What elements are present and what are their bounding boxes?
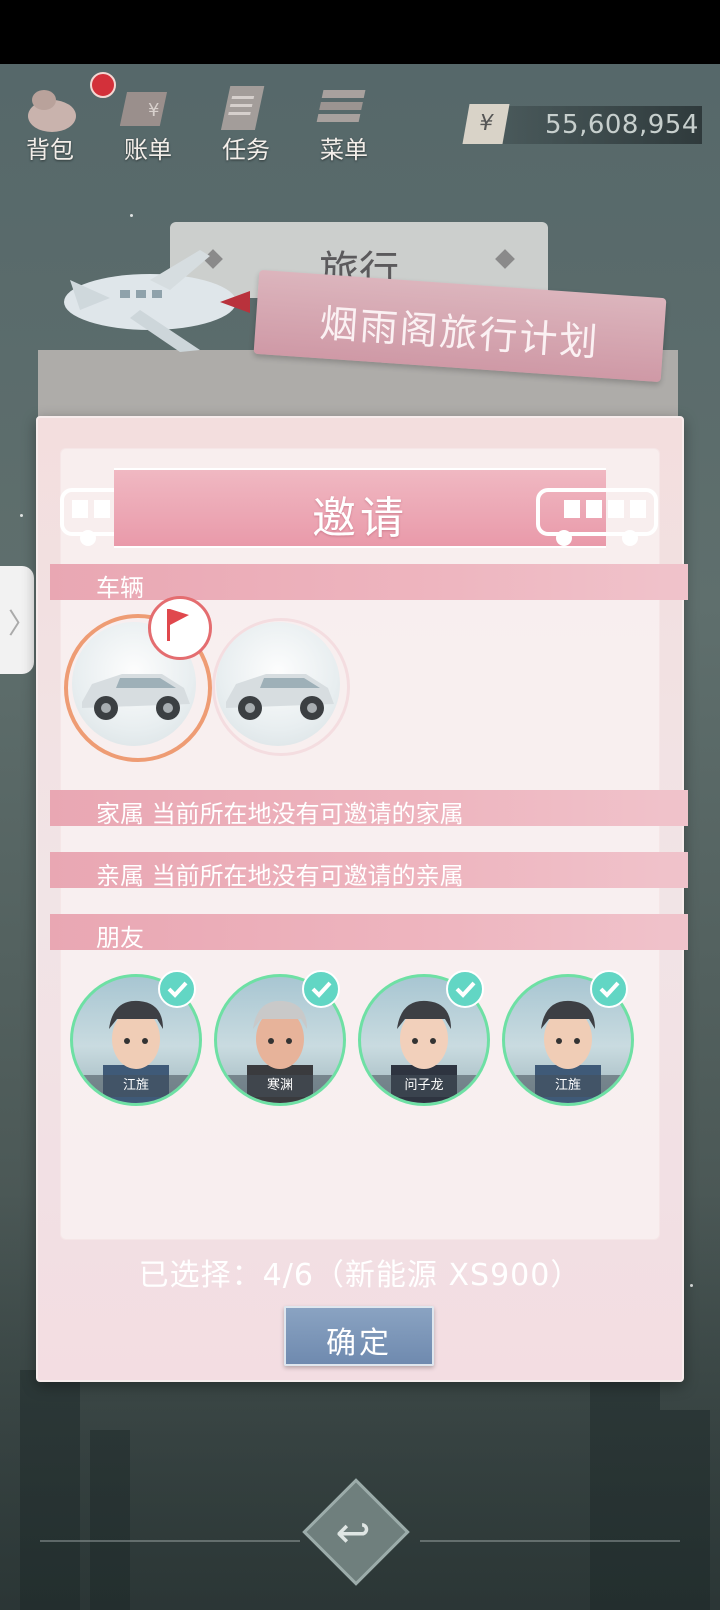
hud-bill-button[interactable]: ¥ 账单 — [108, 66, 188, 164]
sparkle — [20, 514, 23, 517]
dialog-title-ribbon: 邀请 — [114, 468, 606, 548]
dialog-title: 邀请 — [312, 493, 408, 544]
selection-summary: 已选择：4/6（新能源 XS900） — [138, 1258, 582, 1293]
menu-icon — [316, 90, 366, 122]
chevron-right-icon: 〉 — [8, 607, 37, 640]
bill-icon: ¥ — [120, 92, 168, 126]
checkmark-icon — [302, 970, 340, 1008]
section-vehicles: 车辆 — [50, 564, 688, 602]
hud-task-label: 任务 — [222, 136, 270, 164]
svg-text:¥: ¥ — [148, 100, 159, 121]
task-icon — [220, 86, 265, 130]
friend-name: 江旌 — [505, 1075, 631, 1097]
suv-car-icon — [226, 674, 334, 720]
hud-menu-label: 菜单 — [320, 136, 368, 164]
section-friends-label: 朋友 — [96, 924, 144, 952]
bus-icon — [536, 488, 658, 546]
money-value: 55,608,954 — [545, 110, 699, 140]
section-vehicles-label: 车辆 — [96, 574, 144, 602]
rail-divider — [40, 1540, 300, 1542]
checkmark-icon — [158, 970, 196, 1008]
hud-menu-button[interactable]: 菜单 — [304, 66, 384, 164]
friend-name: 问子龙 — [361, 1075, 487, 1097]
airplane-icon — [64, 250, 250, 352]
confirm-button-label: 确定 — [326, 1326, 392, 1361]
flag-icon — [167, 609, 189, 641]
hud-backpack-button[interactable]: 背包 — [10, 66, 90, 164]
checkmark-icon — [590, 970, 628, 1008]
lead-vehicle-badge — [148, 596, 212, 660]
dialog-title-bar: 邀请 — [58, 458, 662, 548]
section-family: 家属 当前所在地没有可邀请的家属 — [50, 790, 688, 828]
friend-name: 寒渊 — [217, 1075, 343, 1097]
return-arrow-icon: ↩ — [335, 1508, 371, 1557]
section-relatives-label: 亲属 当前所在地没有可邀请的亲属 — [96, 862, 464, 890]
checkmark-icon — [446, 970, 484, 1008]
section-family-label: 家属 当前所在地没有可邀请的家属 — [96, 800, 464, 828]
hud-task-button[interactable]: 任务 — [206, 66, 286, 164]
backpack-icon — [28, 90, 76, 132]
sparkle — [130, 214, 133, 217]
sparkle — [690, 1284, 693, 1287]
confirm-button[interactable]: 确定 — [284, 1306, 434, 1366]
hud-bill-label: 账单 — [124, 136, 172, 164]
vehicle-option-2[interactable] — [216, 622, 340, 746]
section-friends: 朋友 — [50, 914, 688, 952]
hud-backpack-label: 背包 — [26, 136, 74, 164]
section-relatives: 亲属 当前所在地没有可邀请的亲属 — [50, 852, 688, 890]
side-drawer-tab[interactable]: 〉 — [0, 566, 37, 674]
currency-icon: ¥ — [462, 104, 510, 144]
rail-divider — [420, 1540, 680, 1542]
invite-dialog: 邀请 车辆 家属 当前所在地没有可邀请的家属 亲属 当前所在地没有可邀请的亲属 … — [36, 416, 688, 1382]
friend-name: 江旌 — [73, 1075, 199, 1097]
